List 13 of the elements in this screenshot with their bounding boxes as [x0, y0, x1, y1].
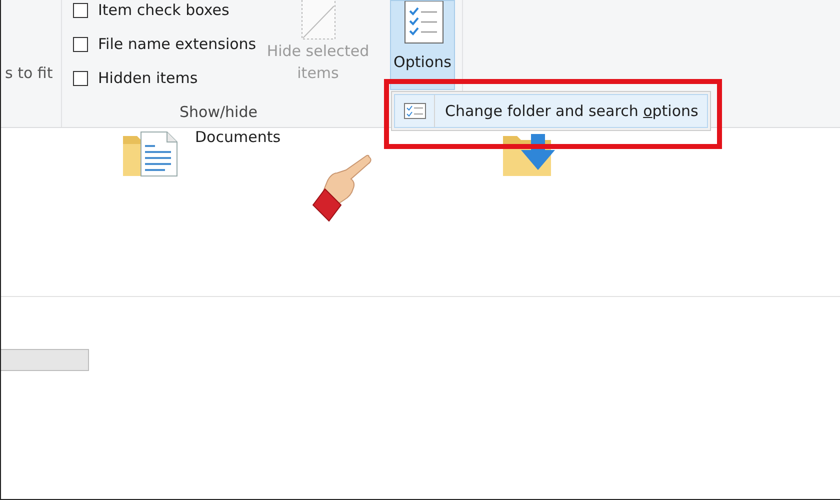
checkbox-option[interactable]: File name extensions [73, 34, 263, 54]
checkbox-option[interactable]: Hidden items [73, 68, 263, 88]
file-name[interactable]: Documents [195, 128, 281, 146]
checklist-icon [404, 103, 426, 119]
checkbox-option[interactable]: Item check boxes [73, 0, 263, 20]
checkbox[interactable] [73, 2, 88, 18]
checkbox[interactable] [73, 70, 88, 86]
checkbox[interactable] [73, 36, 88, 52]
options-button[interactable]: Options [390, 0, 455, 90]
group-label: Show/hide [178, 103, 258, 123]
ribbon-button-label[interactable]: s to fit [1, 64, 53, 82]
menu-item[interactable]: Change folder and search options [394, 94, 708, 128]
scroll-bar[interactable] [1, 349, 89, 371]
